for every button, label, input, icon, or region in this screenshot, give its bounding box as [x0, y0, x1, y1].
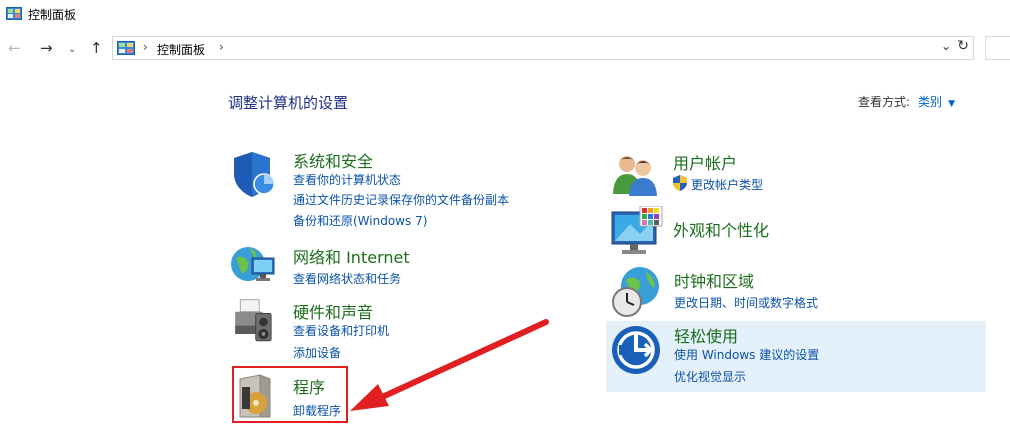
annotation-red-arrow	[350, 319, 549, 411]
